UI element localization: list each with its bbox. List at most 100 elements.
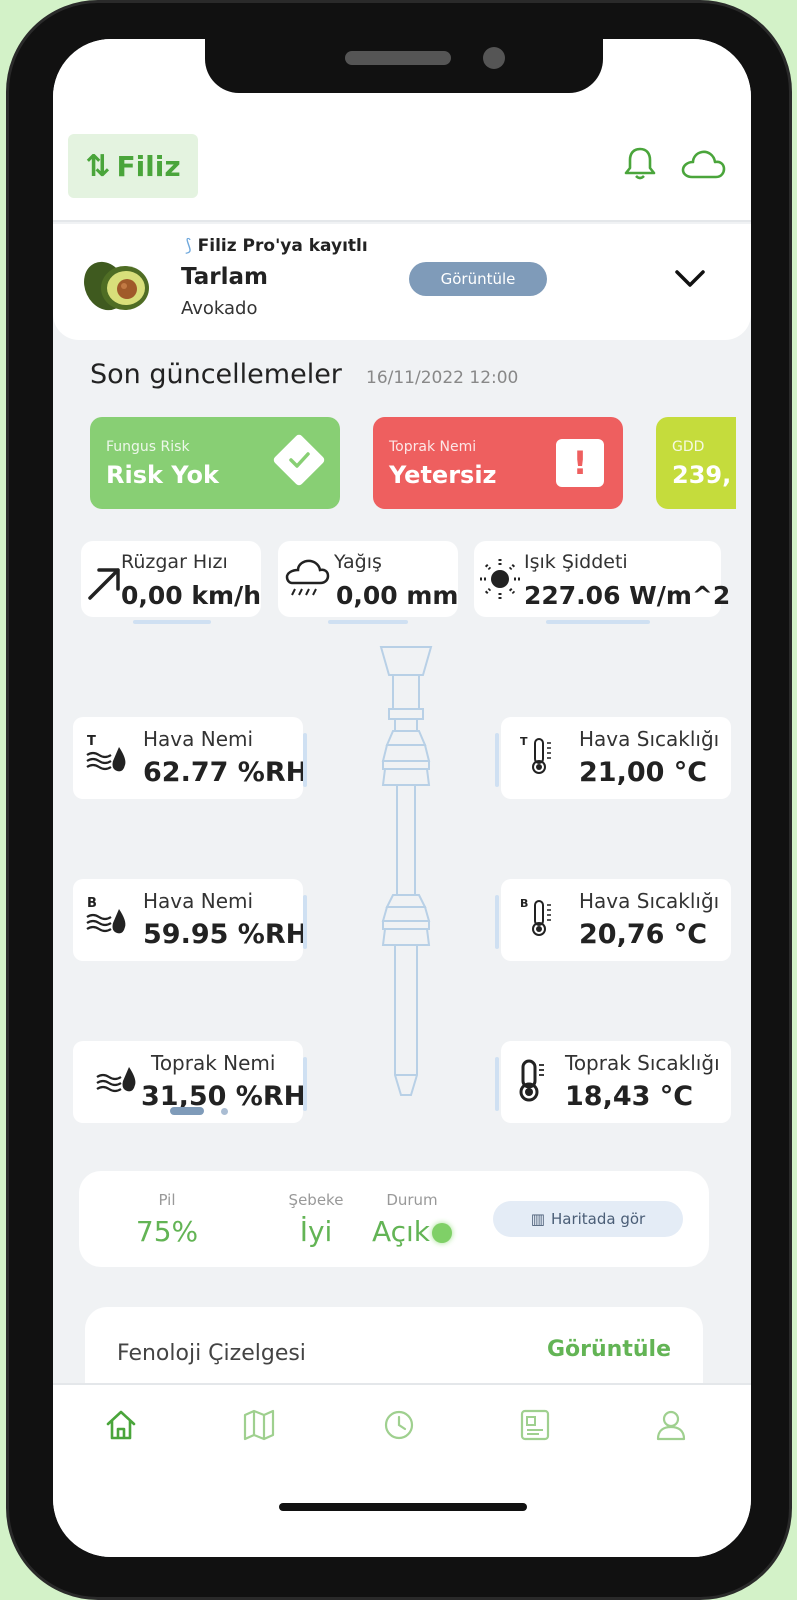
card-edge-accent: [495, 1057, 499, 1111]
page-indicator-active[interactable]: [170, 1107, 204, 1115]
sensor-value: 21,00 °C: [579, 757, 708, 788]
map-icon[interactable]: [241, 1407, 277, 1443]
page-indicator-dot[interactable]: [221, 1108, 228, 1115]
status-card-label: GDD: [672, 439, 705, 455]
field-card[interactable]: ⟆ Filiz Pro'ya kayıtlı Tarlam Avokado Gör…: [53, 224, 751, 340]
phone-notch: [205, 39, 603, 93]
status-card-label: Toprak Nemi: [389, 439, 477, 455]
pro-subscription-tag: ⟆ Filiz Pro'ya kayıtlı: [185, 236, 368, 256]
status-card-value: 239,: [672, 461, 732, 489]
sensor-card-air-humidity-bottom[interactable]: B Hava Nemi 59.95 %RH: [73, 879, 308, 961]
online-indicator-icon: [432, 1223, 453, 1243]
state-value: Açık: [371, 1215, 431, 1248]
brand-label: Filiz: [116, 149, 181, 183]
sensor-label: Hava Nemi: [143, 889, 254, 913]
battery-status: Pil 75%: [127, 1191, 207, 1248]
view-field-button[interactable]: Görüntüle: [409, 262, 547, 296]
sensor-value: 18,43 °C: [565, 1081, 694, 1112]
report-icon[interactable]: [517, 1407, 553, 1443]
check-icon: [289, 452, 310, 468]
sun-icon: [480, 559, 520, 599]
sensor-label: Hava Sıcaklığı: [579, 727, 720, 751]
thermometer-icon: [519, 1059, 544, 1102]
soil-moisture-card[interactable]: Toprak Nemi Yetersiz !: [373, 417, 623, 509]
underline: [328, 620, 408, 624]
device-status-card: Pil 75% Şebeke İyi Durum Açık ▥ Haritada…: [79, 1171, 709, 1267]
phenology-view-button[interactable]: Görüntüle: [547, 1337, 671, 1362]
home-icon[interactable]: [103, 1407, 139, 1443]
crop-name: Avokado: [181, 298, 258, 319]
sensor-label: Hava Sıcaklığı: [579, 889, 720, 913]
history-icon[interactable]: [381, 1407, 417, 1443]
bell-icon[interactable]: [623, 145, 657, 181]
brand-button[interactable]: ⇅ Filiz: [68, 134, 198, 198]
status-card-value: Yetersiz: [389, 461, 497, 489]
field-name: Tarlam: [181, 264, 268, 290]
phenology-title: Fenoloji Çizelgesi: [117, 1341, 306, 1366]
card-edge-accent: [303, 895, 307, 949]
fungus-risk-card[interactable]: Fungus Risk Risk Yok: [90, 417, 340, 509]
thermometer-icon: T: [520, 735, 551, 774]
profile-icon[interactable]: [653, 1407, 689, 1443]
home-indicator[interactable]: [279, 1503, 527, 1511]
pro-tag-label: Filiz Pro'ya kayıtlı: [197, 236, 368, 256]
sensor-label: Toprak Sıcaklığı: [565, 1051, 720, 1075]
map-button-label: Haritada gör: [550, 1210, 646, 1228]
sensor-label: Hava Nemi: [143, 727, 254, 751]
card-edge-accent: [495, 895, 499, 949]
sensor-label: Toprak Nemi: [151, 1051, 276, 1075]
light-intensity-card[interactable]: Işık Şiddeti 227.06 W/m^2: [474, 541, 730, 624]
alert-icon: !: [556, 439, 604, 487]
sensor-value: 62.77 %RH: [143, 757, 309, 788]
humidity-icon: B: [86, 896, 126, 934]
svg-text:B: B: [520, 897, 528, 910]
svg-text:T: T: [87, 734, 96, 749]
front-camera: [483, 47, 505, 69]
sensor-card-air-temperature-bottom[interactable]: B Hava Sıcaklığı 20,76 °C: [495, 879, 731, 961]
weather-value: 0,00 km/h: [121, 581, 261, 610]
soil-humidity-icon: [96, 1067, 136, 1093]
card-edge-accent: [303, 1057, 307, 1111]
app-screen: ⇅ Filiz ⟆ Filiz Pro'ya kayıtlı Tarlam Av…: [53, 39, 751, 1557]
speaker: [345, 51, 451, 65]
sensor-value: 20,76 °C: [579, 919, 708, 950]
state-label: Durum: [386, 1191, 438, 1209]
wind-speed-card[interactable]: Rüzgar Hızı 0,00 km/h: [81, 541, 261, 624]
weather-value: 0,00 mm: [336, 581, 459, 610]
thermometer-icon: B: [520, 897, 551, 936]
weather-label: Rüzgar Hızı: [121, 551, 228, 573]
view-on-map-button[interactable]: ▥ Haritada gör: [493, 1201, 683, 1237]
sensor-probe-illustration: [379, 646, 433, 1096]
sync-arrows-icon: ⇅: [85, 148, 111, 184]
status-card-label: Fungus Risk: [106, 439, 190, 455]
wind-arrow-icon: [88, 568, 120, 600]
bottom-tab-bar: [53, 1383, 751, 1557]
card-edge-accent: [495, 733, 499, 787]
weather-label: Işık Şiddeti: [524, 551, 628, 573]
sensor-card-soil-temperature[interactable]: Toprak Sıcaklığı 18,43 °C: [495, 1041, 731, 1123]
svg-text:B: B: [87, 896, 97, 911]
battery-label: Pil: [158, 1191, 176, 1209]
rain-cloud-icon: [285, 559, 330, 596]
cloud-icon[interactable]: [680, 147, 726, 181]
weather-value: 227.06 W/m^2: [524, 581, 731, 610]
sensor-value: 59.95 %RH: [143, 919, 309, 950]
updates-title: Son güncellemeler: [90, 359, 342, 390]
battery-value: 75%: [135, 1215, 199, 1248]
card-edge-accent: [303, 733, 307, 787]
weather-label: Yağış: [334, 551, 382, 573]
map-icon: ▥: [530, 1210, 545, 1228]
phone-frame: ⇅ Filiz ⟆ Filiz Pro'ya kayıtlı Tarlam Av…: [6, 0, 792, 1600]
svg-text:T: T: [520, 735, 528, 748]
avocado-image: [84, 261, 149, 311]
gdd-card[interactable]: GDD 239,: [656, 417, 736, 509]
humidity-icon: T: [86, 734, 126, 772]
chevron-down-icon[interactable]: [673, 268, 707, 290]
underline: [546, 620, 650, 624]
sensor-card-air-humidity-top[interactable]: T Hava Nemi 62.77 %RH: [73, 717, 308, 799]
rainfall-card[interactable]: Yağış 0,00 mm: [278, 541, 459, 624]
device-state: Durum Açık: [347, 1191, 477, 1248]
sensor-card-air-temperature-top[interactable]: T Hava Sıcaklığı 21,00 °C: [495, 717, 731, 799]
underline: [133, 620, 211, 624]
status-card-value: Risk Yok: [106, 461, 219, 489]
